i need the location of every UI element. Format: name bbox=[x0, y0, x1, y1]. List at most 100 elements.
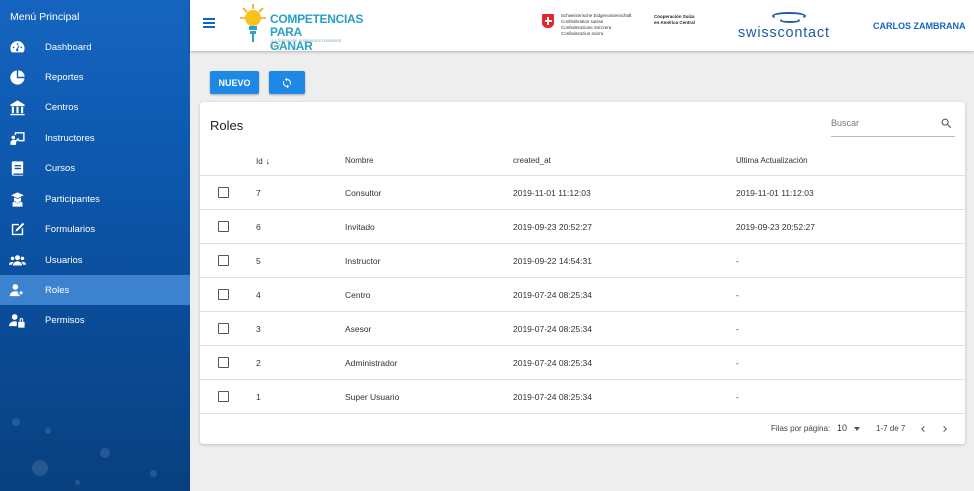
cell-nombre: Instructor bbox=[345, 256, 381, 266]
cell-updated: - bbox=[736, 392, 739, 402]
logo-line1: COMPETENCIAS bbox=[270, 12, 364, 26]
cell-updated: 2019-11-01 11:12:03 bbox=[736, 188, 814, 198]
table-row[interactable]: 1 Super Usuario 2019-07-24 08:25:34 - bbox=[200, 380, 965, 414]
swisscontact-logo: swisscontact bbox=[738, 12, 848, 42]
table-row[interactable]: 2 Administrador 2019-07-24 08:25:34 - bbox=[200, 346, 965, 380]
sidebar-item-participantes[interactable]: Participantes bbox=[0, 184, 190, 214]
sidebar-item-roles[interactable]: Roles bbox=[0, 275, 190, 305]
cell-id: 2 bbox=[256, 358, 261, 368]
sidebar-item-label: Participantes bbox=[45, 193, 100, 205]
sidebar-item-label: Instructores bbox=[45, 132, 95, 144]
instructor-board-icon bbox=[8, 129, 26, 147]
sidebar-item-label: Cursos bbox=[45, 162, 76, 174]
cell-nombre: Asesor bbox=[345, 324, 372, 334]
table-row[interactable]: 3 Asesor 2019-07-24 08:25:34 - bbox=[200, 312, 965, 346]
user-menu[interactable]: CARLOS ZAMBRANA bbox=[873, 21, 966, 31]
building-icon bbox=[8, 98, 26, 116]
chevron-left-icon[interactable] bbox=[917, 422, 929, 436]
refresh-button[interactable] bbox=[269, 71, 305, 94]
dashboard-icon bbox=[8, 38, 26, 56]
decor-bubble bbox=[100, 448, 110, 458]
cell-updated: - bbox=[736, 256, 739, 266]
decor-bubble bbox=[12, 418, 20, 426]
cell-created-at: 2019-07-24 08:25:34 bbox=[513, 392, 592, 402]
logo-tagline: ¡La formación profesional comienza aquí! bbox=[270, 38, 342, 48]
swiss-gov-logo: Schweizerische Eidgenossenschaft Confédé… bbox=[540, 12, 710, 42]
row-checkbox[interactable] bbox=[218, 357, 229, 368]
swiss-gov-line: Confederaziun svizra bbox=[561, 31, 604, 36]
row-checkbox[interactable] bbox=[218, 391, 229, 402]
table-header: Id ↓ Nombre created_at Ultima Actualizaci… bbox=[200, 144, 965, 176]
caret-down-icon[interactable] bbox=[854, 427, 860, 431]
cell-id: 3 bbox=[256, 324, 261, 334]
user-roles-icon bbox=[8, 281, 26, 299]
sidebar-item-label: Dashboard bbox=[45, 41, 92, 53]
users-icon bbox=[8, 251, 26, 269]
cell-id: 4 bbox=[256, 290, 261, 300]
cosude-line: en América Central bbox=[654, 20, 695, 25]
sidebar-item-instructores[interactable]: Instructores bbox=[0, 123, 190, 153]
pie-chart-icon bbox=[8, 68, 26, 86]
sidebar: Menú Principal Dashboard Reportes Centro… bbox=[0, 0, 190, 491]
decor-bubble bbox=[32, 460, 48, 476]
cell-updated: - bbox=[736, 290, 739, 300]
cell-created-at: 2019-07-24 08:25:34 bbox=[513, 358, 592, 368]
column-header-updated[interactable]: Ultima Actualización bbox=[736, 156, 808, 165]
lightbulb-logo-icon bbox=[240, 4, 266, 42]
chevron-right-icon[interactable] bbox=[939, 422, 951, 436]
cell-updated: - bbox=[736, 358, 739, 368]
sidebar-item-cursos[interactable]: Cursos bbox=[0, 153, 190, 183]
cell-nombre: Administrador bbox=[345, 358, 398, 368]
new-button[interactable]: NUEVO bbox=[210, 71, 259, 94]
sidebar-item-reportes[interactable]: Reportes bbox=[0, 62, 190, 92]
decor-bubble bbox=[45, 428, 51, 434]
search-icon[interactable] bbox=[940, 117, 953, 130]
search-box bbox=[831, 116, 955, 137]
table-row[interactable]: 6 Invitado 2019-09-23 20:52:27 2019-09-2… bbox=[200, 210, 965, 244]
cell-nombre: Super Usuario bbox=[345, 392, 400, 402]
sidebar-item-dashboard[interactable]: Dashboard bbox=[0, 32, 190, 62]
cell-nombre: Consultor bbox=[345, 188, 382, 198]
cell-id: 5 bbox=[256, 256, 261, 266]
roles-card: Roles Id↓ Nombre created_at Ultima Actua… bbox=[200, 102, 965, 444]
table-row[interactable]: 7 Consultor 2019-11-01 11:12:03 2019-11-… bbox=[200, 176, 965, 210]
column-header-created-at[interactable]: created_at bbox=[513, 156, 551, 165]
swiss-flag-icon bbox=[542, 14, 554, 28]
cell-nombre: Invitado bbox=[345, 222, 375, 232]
row-checkbox[interactable] bbox=[218, 289, 229, 300]
book-icon bbox=[8, 159, 26, 177]
cell-created-at: 2019-09-23 20:52:27 bbox=[513, 222, 592, 232]
search-input[interactable] bbox=[831, 118, 931, 128]
sidebar-title: Menú Principal bbox=[10, 11, 80, 23]
table-row[interactable]: 5 Instructor 2019-09-22 14:54:31 - bbox=[200, 244, 965, 278]
refresh-icon bbox=[282, 77, 292, 88]
table-pagination: Filas por página: 10 1-7 de 7 bbox=[200, 414, 965, 444]
sidebar-item-label: Centros bbox=[45, 101, 79, 113]
sidebar-item-centros[interactable]: Centros bbox=[0, 92, 190, 122]
sidebar-item-formularios[interactable]: Formularios bbox=[0, 214, 190, 244]
edit-form-icon bbox=[8, 220, 26, 238]
cell-updated: - bbox=[736, 324, 739, 334]
cell-nombre: Centro bbox=[345, 290, 371, 300]
row-checkbox[interactable] bbox=[218, 221, 229, 232]
row-checkbox[interactable] bbox=[218, 323, 229, 334]
decor-bubble bbox=[150, 470, 157, 477]
sidebar-item-usuarios[interactable]: Usuarios bbox=[0, 245, 190, 275]
sidebar-item-permisos[interactable]: Permisos bbox=[0, 305, 190, 335]
column-header-id[interactable]: Id ↓ bbox=[256, 156, 270, 166]
table-row[interactable]: 4 Centro 2019-07-24 08:25:34 - bbox=[200, 278, 965, 312]
swisscontact-name: swisscontact bbox=[738, 25, 830, 41]
rows-per-page-label: Filas por página: bbox=[771, 424, 831, 433]
cell-created-at: 2019-07-24 08:25:34 bbox=[513, 290, 592, 300]
cell-id: 6 bbox=[256, 222, 261, 232]
sidebar-item-label: Reportes bbox=[45, 71, 84, 83]
rows-per-page-select[interactable]: 10 bbox=[837, 423, 847, 433]
sidebar-item-label: Usuarios bbox=[45, 254, 83, 266]
decor-bubble bbox=[75, 480, 80, 485]
hamburger-menu-icon[interactable] bbox=[203, 18, 215, 28]
row-checkbox[interactable] bbox=[218, 187, 229, 198]
cell-id: 1 bbox=[256, 392, 261, 402]
user-lock-icon bbox=[8, 311, 26, 329]
row-checkbox[interactable] bbox=[218, 255, 229, 266]
column-header-nombre[interactable]: Nombre bbox=[345, 156, 373, 165]
